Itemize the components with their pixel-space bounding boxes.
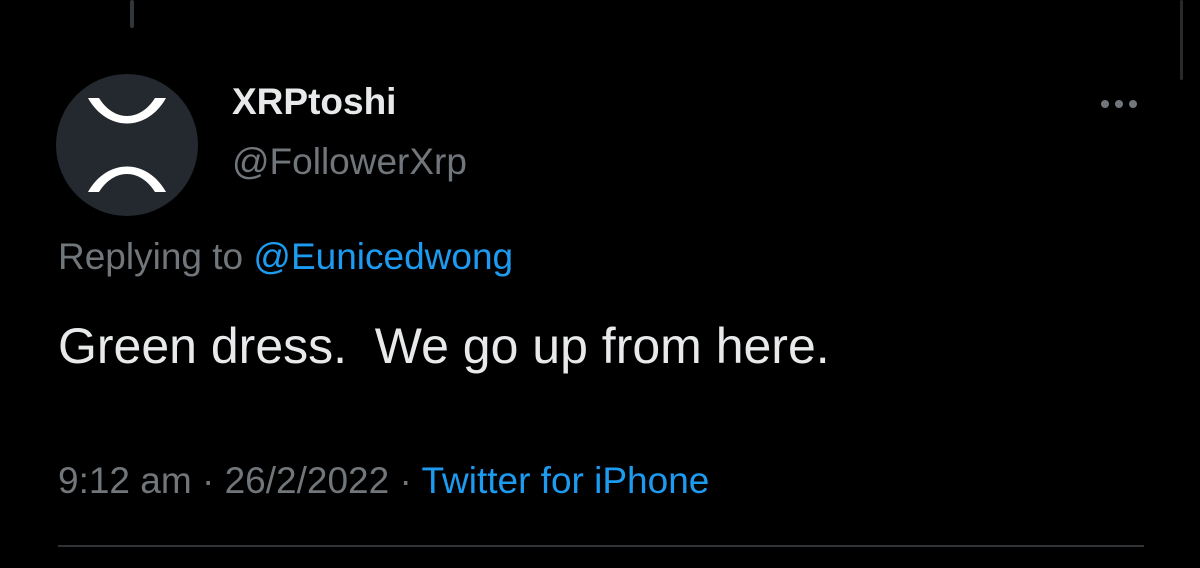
replying-to-line: Replying to @Eunicedwong [58,234,513,280]
avatar[interactable] [56,74,198,216]
tweet-metadata: 9:12 am · 26/2/2022 · Twitter for iPhone [58,458,709,504]
meta-separator: · [201,460,215,501]
replying-to-label: Replying to [58,236,244,277]
tweet-time[interactable]: 9:12 am [58,460,192,501]
replying-to-mention-link[interactable]: @Eunicedwong [253,236,513,277]
tweet-source-link[interactable]: Twitter for iPhone [421,460,709,501]
author-handle[interactable]: @FollowerXrp [232,140,467,184]
tweet-date[interactable]: 26/2/2022 [225,460,390,501]
author-display-name[interactable]: XRPtoshi [232,80,396,124]
tweet-text: Green dress. We go up from here. [58,318,830,374]
more-horizontal-icon [1101,100,1137,108]
divider [58,545,1144,547]
thread-connector-line [130,0,134,28]
meta-separator: · [399,460,412,501]
scroll-indicator [1180,0,1183,80]
more-options-button[interactable] [1094,86,1144,122]
xrp-logo-icon [88,98,166,192]
